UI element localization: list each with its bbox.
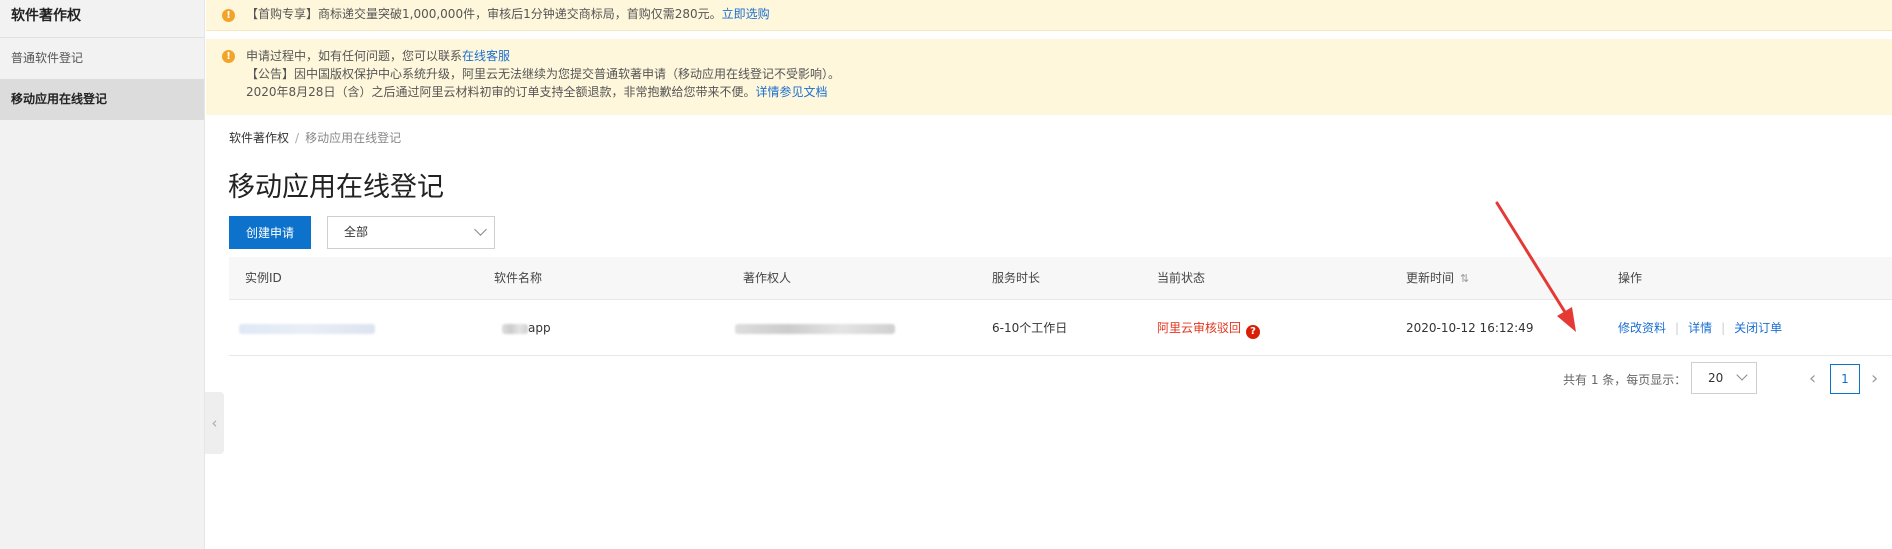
main-content: ! 【首购专享】商标递交量突破1,000,000件，审核后1分钟递交商标局，首购… [206,0,1892,549]
details-link[interactable]: 详情 [1688,321,1712,335]
table-row: app 6-10个工作日 阿里云审核驳回? 2020-10-12 16:12:4… [229,300,1892,356]
status-filter-select[interactable]: 全部 [327,216,495,249]
app-window: 软件著作权 普通软件登记 移动应用在线登记 ‹ ! 【首购专享】商标递交量突破1… [0,0,1892,549]
notice-line-2: 【公告】因中国版权保护中心系统升级，阿里云无法继续为您提交普通软著申请（移动应用… [246,67,841,81]
action-separator: | [1721,321,1726,335]
edit-info-link[interactable]: 修改资料 [1618,321,1666,335]
page-title: 移动应用在线登记 [228,172,444,203]
header-copyright-owner: 著作权人 [743,271,792,285]
header-updated-at[interactable]: 更新时间 ⇅ [1390,257,1602,299]
header-software-name: 软件名称 [494,271,543,285]
notice-line-1: 申请过程中，如有任何问题，您可以联系在线客服 [246,47,1892,65]
sidebar: 软件著作权 普通软件登记 移动应用在线登记 [0,0,205,549]
sort-icon[interactable]: ⇅ [1460,272,1469,285]
table-header: 实例ID 软件名称 著作权人 服务时长 当前状态 更新时间 ⇅ 操作 [229,257,1892,300]
redacted-instance-id [239,323,375,334]
breadcrumb-separator: / [295,131,300,145]
status-rejected-text: 阿里云审核驳回 [1157,321,1242,335]
cell-copyright-owner [727,300,976,355]
pagination-total: 共有 1 条，每页显示： [1563,373,1687,387]
breadcrumb-root[interactable]: 软件著作权 [229,131,289,145]
notice-line-3: 2020年8月28日（含）之后通过阿里云材料初审的订单支持全额退款，非常抱歉给您… [246,83,1892,101]
cell-current-status: 阿里云审核驳回? [1141,300,1390,355]
cell-service-duration: 6-10个工作日 [992,321,1068,335]
info-icon: ! [222,9,235,22]
chevron-down-icon [1736,369,1748,381]
header-service-duration: 服务时长 [992,271,1041,285]
sidebar-title: 软件著作权 [0,0,204,38]
sidebar-item-general-software[interactable]: 普通软件登记 [0,38,204,79]
header-updated-at-label: 更新时间 [1406,271,1455,285]
announcement-notice: ! 申请过程中，如有任何问题，您可以联系在线客服 【公告】因中国版权保护中心系统… [206,39,1892,115]
create-application-button[interactable]: 创建申请 [229,216,311,249]
status-filter-value: 全部 [344,225,369,239]
promo-notice-text: 【首购专享】商标递交量突破1,000,000件，审核后1分钟递交商标局，首购仅需… [246,7,722,21]
header-actions: 操作 [1618,271,1643,285]
see-docs-link[interactable]: 详情参见文档 [755,85,827,99]
sidebar-item-mobile-app[interactable]: 移动应用在线登记 [0,79,204,120]
notice-line-3-text: 2020年8月28日（含）之后通过阿里云材料初审的订单支持全额退款，非常抱歉给您… [246,85,756,99]
info-icon: ! [222,50,235,63]
notice-line-1-text: 申请过程中，如有任何问题，您可以联系 [246,49,463,63]
chevron-left-icon[interactable]: ‹ [1809,368,1816,389]
orders-table: 实例ID 软件名称 著作权人 服务时长 当前状态 更新时间 ⇅ 操作 app 6-… [229,257,1892,356]
breadcrumb-current: 移动应用在线登记 [305,131,402,145]
header-instance-id: 实例ID [245,271,282,285]
cell-actions: 修改资料 | 详情 | 关闭订单 [1602,300,1892,355]
redacted-copyright-owner [735,323,895,334]
software-name-suffix: app [528,321,551,335]
buy-now-link[interactable]: 立即选购 [722,7,770,21]
header-current-status: 当前状态 [1157,271,1206,285]
action-separator: | [1675,321,1680,335]
page-size-value: 20 [1708,371,1724,385]
cell-instance-id[interactable] [229,300,478,355]
cell-software-name: app [478,300,727,355]
page-size-select[interactable]: 20 [1691,362,1757,394]
promo-notice: ! 【首购专享】商标递交量突破1,000,000件，审核后1分钟递交商标局，首购… [206,0,1892,31]
breadcrumb: 软件著作权 / 移动应用在线登记 [229,129,401,146]
chevron-right-icon[interactable]: › [1871,368,1878,389]
online-support-link[interactable]: 在线客服 [462,49,510,63]
cell-updated-at: 2020-10-12 16:12:49 [1406,321,1534,335]
chevron-down-icon [474,223,487,236]
redacted-software-name [502,323,528,334]
close-order-link[interactable]: 关闭订单 [1734,321,1782,335]
question-help-icon[interactable]: ? [1246,325,1261,339]
page-number-current[interactable]: 1 [1830,364,1860,394]
